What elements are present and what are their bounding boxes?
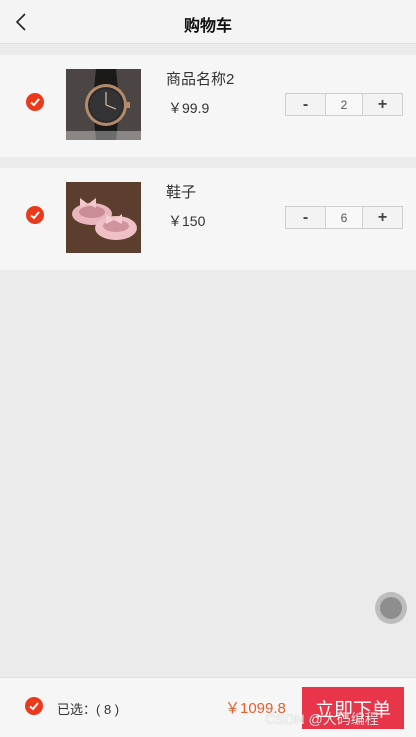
product-name[interactable]: 商品名称2 xyxy=(166,68,234,89)
product-price: ￥99.9 xyxy=(168,100,210,116)
total-price: ￥1099.8 xyxy=(225,700,286,717)
checkout-bar: 已选：( 8 ) ￥1099.8 立即下单 xyxy=(0,677,416,737)
item-checkbox[interactable] xyxy=(26,206,44,224)
decrease-quantity-button[interactable]: - xyxy=(286,94,325,115)
cart-item: 鞋子 ￥150 - 6 + xyxy=(0,168,416,270)
floating-assistive-button[interactable] xyxy=(375,592,407,624)
decrease-quantity-button[interactable]: - xyxy=(286,207,325,228)
top-nav-bar: 购物车 xyxy=(0,0,416,44)
cart-item: 商品名称2 ￥99.9 - 2 + xyxy=(0,55,416,157)
product-image-shoes[interactable] xyxy=(66,182,141,253)
selected-count: 已选：( 8 ) xyxy=(57,702,120,717)
checkmark-icon xyxy=(29,702,39,711)
pink-shoes-image xyxy=(66,182,141,253)
place-order-button[interactable]: 立即下单 xyxy=(302,687,404,729)
watch-image xyxy=(66,69,141,140)
checkmark-icon xyxy=(30,98,40,107)
select-all-checkbox[interactable] xyxy=(25,697,43,715)
quantity-value[interactable]: 2 xyxy=(325,94,363,115)
quantity-value[interactable]: 6 xyxy=(325,207,363,228)
quantity-stepper: - 2 + xyxy=(285,93,403,116)
assistive-dot-icon xyxy=(380,597,402,619)
page-title: 购物车 xyxy=(183,18,232,35)
quantity-stepper: - 6 + xyxy=(285,206,403,229)
product-price: ￥150 xyxy=(168,213,206,229)
item-checkbox[interactable] xyxy=(26,93,44,111)
increase-quantity-button[interactable]: + xyxy=(363,207,402,228)
product-image-watch[interactable] xyxy=(66,69,141,140)
increase-quantity-button[interactable]: + xyxy=(363,94,402,115)
checkmark-icon xyxy=(30,211,40,220)
product-name[interactable]: 鞋子 xyxy=(166,181,196,202)
